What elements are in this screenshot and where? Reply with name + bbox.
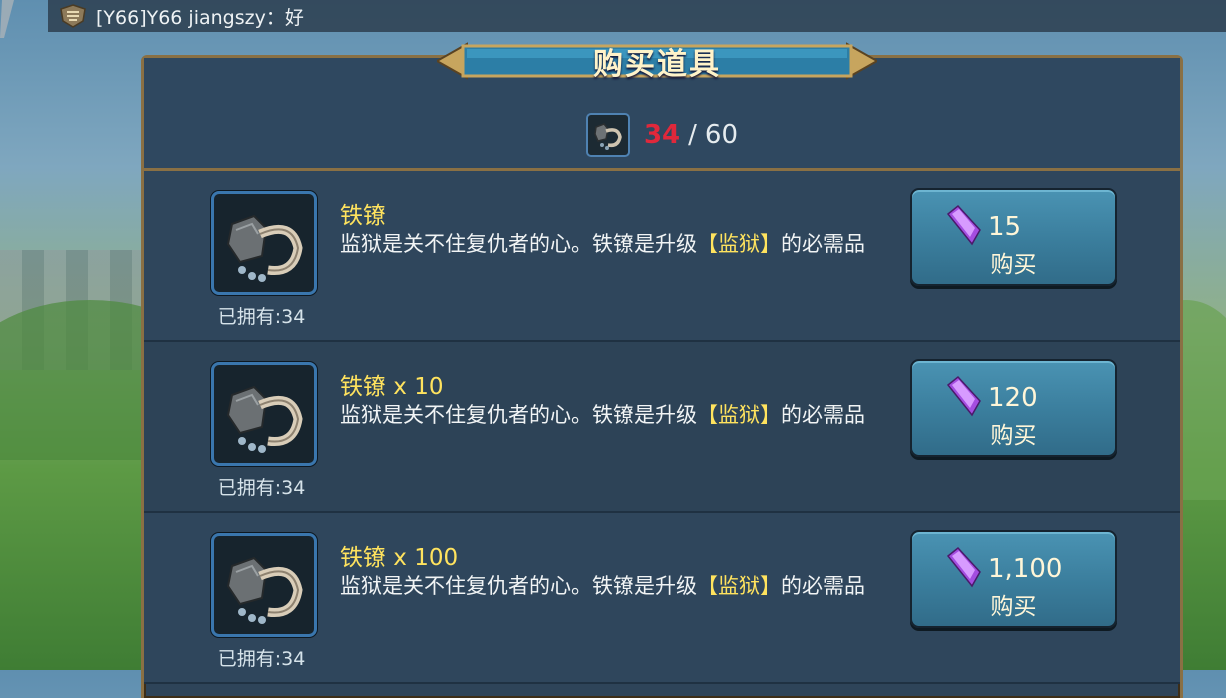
iron-shackles-icon xyxy=(211,362,317,466)
item-list: 已拥有:34 铁镣 监狱是关不住复仇者的心。铁镣是升级【监狱】的必需品 15 购… xyxy=(144,171,1180,684)
chat-bar[interactable]: [Y66]Y66 jiangszy：好 xyxy=(48,0,1226,32)
item-description: 监狱是关不住复仇者的心。铁镣是升级【监狱】的必需品 xyxy=(340,229,900,260)
description-highlight: 【监狱】 xyxy=(697,574,781,598)
counter-separator: / xyxy=(688,120,697,150)
buy-label: 购买 xyxy=(990,252,1037,278)
owned-quantity: 已拥有:34 xyxy=(217,477,306,499)
owned-quantity: 已拥有:34 xyxy=(217,648,306,670)
buy-label: 购买 xyxy=(990,594,1037,620)
purple-gem-icon xyxy=(946,546,981,588)
description-text: 的必需品 xyxy=(781,232,865,256)
guild-badge-icon xyxy=(56,2,90,30)
description-text: 监狱是关不住复仇者的心。铁镣是升级 xyxy=(340,403,697,427)
description-highlight: 【监狱】 xyxy=(697,403,781,427)
buy-label: 购买 xyxy=(990,423,1037,449)
description-text: 监狱是关不住复仇者的心。铁镣是升级 xyxy=(340,574,697,598)
iron-shackles-icon xyxy=(211,533,317,637)
item-counter: 34 / 60 xyxy=(144,113,1180,157)
dialog-title: 购买道具 xyxy=(593,47,721,82)
price: 120 xyxy=(988,383,1038,413)
owned-quantity: 已拥有:34 xyxy=(217,306,306,328)
item-name: 铁镣 xyxy=(340,203,386,229)
chat-message: [Y66]Y66 jiangszy：好 xyxy=(96,6,304,29)
list-item: 已拥有:34 铁镣 x 10 监狱是关不住复仇者的心。铁镣是升级【监狱】的必需品… xyxy=(144,342,1180,513)
max-count: 60 xyxy=(704,120,739,150)
list-item: 已拥有:34 铁镣 x 100 监狱是关不住复仇者的心。铁镣是升级【监狱】的必需… xyxy=(144,513,1180,684)
price: 1,100 xyxy=(988,554,1063,584)
purchase-dialog: 34 / 60 已拥有:34 铁镣 监狱是关不住复仇者的心。铁镣是升级【监狱】的… xyxy=(141,55,1183,698)
list-item: 已拥有:34 铁镣 监狱是关不住复仇者的心。铁镣是升级【监狱】的必需品 15 购… xyxy=(144,171,1180,342)
item-name: 铁镣 x 100 xyxy=(340,545,459,571)
owned-count: 34 xyxy=(643,120,681,150)
description-text: 监狱是关不住复仇者的心。铁镣是升级 xyxy=(340,232,697,256)
description-text: 的必需品 xyxy=(781,403,865,427)
iron-shackles-icon xyxy=(585,113,630,157)
iron-shackles-icon xyxy=(211,191,317,295)
buy-button[interactable]: 15 购买 xyxy=(910,188,1117,286)
item-description: 监狱是关不住复仇者的心。铁镣是升级【监狱】的必需品 xyxy=(340,400,900,431)
item-description: 监狱是关不住复仇者的心。铁镣是升级【监狱】的必需品 xyxy=(340,571,900,602)
price: 15 xyxy=(988,212,1022,242)
buy-button[interactable]: 120 购买 xyxy=(910,359,1117,457)
purple-gem-icon xyxy=(946,375,981,417)
description-text: 的必需品 xyxy=(781,574,865,598)
dialog-title-banner: 购买道具 xyxy=(437,36,877,86)
buy-button[interactable]: 1,100 购买 xyxy=(910,530,1117,628)
corner-ornament-icon xyxy=(0,0,14,38)
description-highlight: 【监狱】 xyxy=(697,232,781,256)
item-name: 铁镣 x 10 xyxy=(340,374,444,400)
purple-gem-icon xyxy=(946,204,981,246)
